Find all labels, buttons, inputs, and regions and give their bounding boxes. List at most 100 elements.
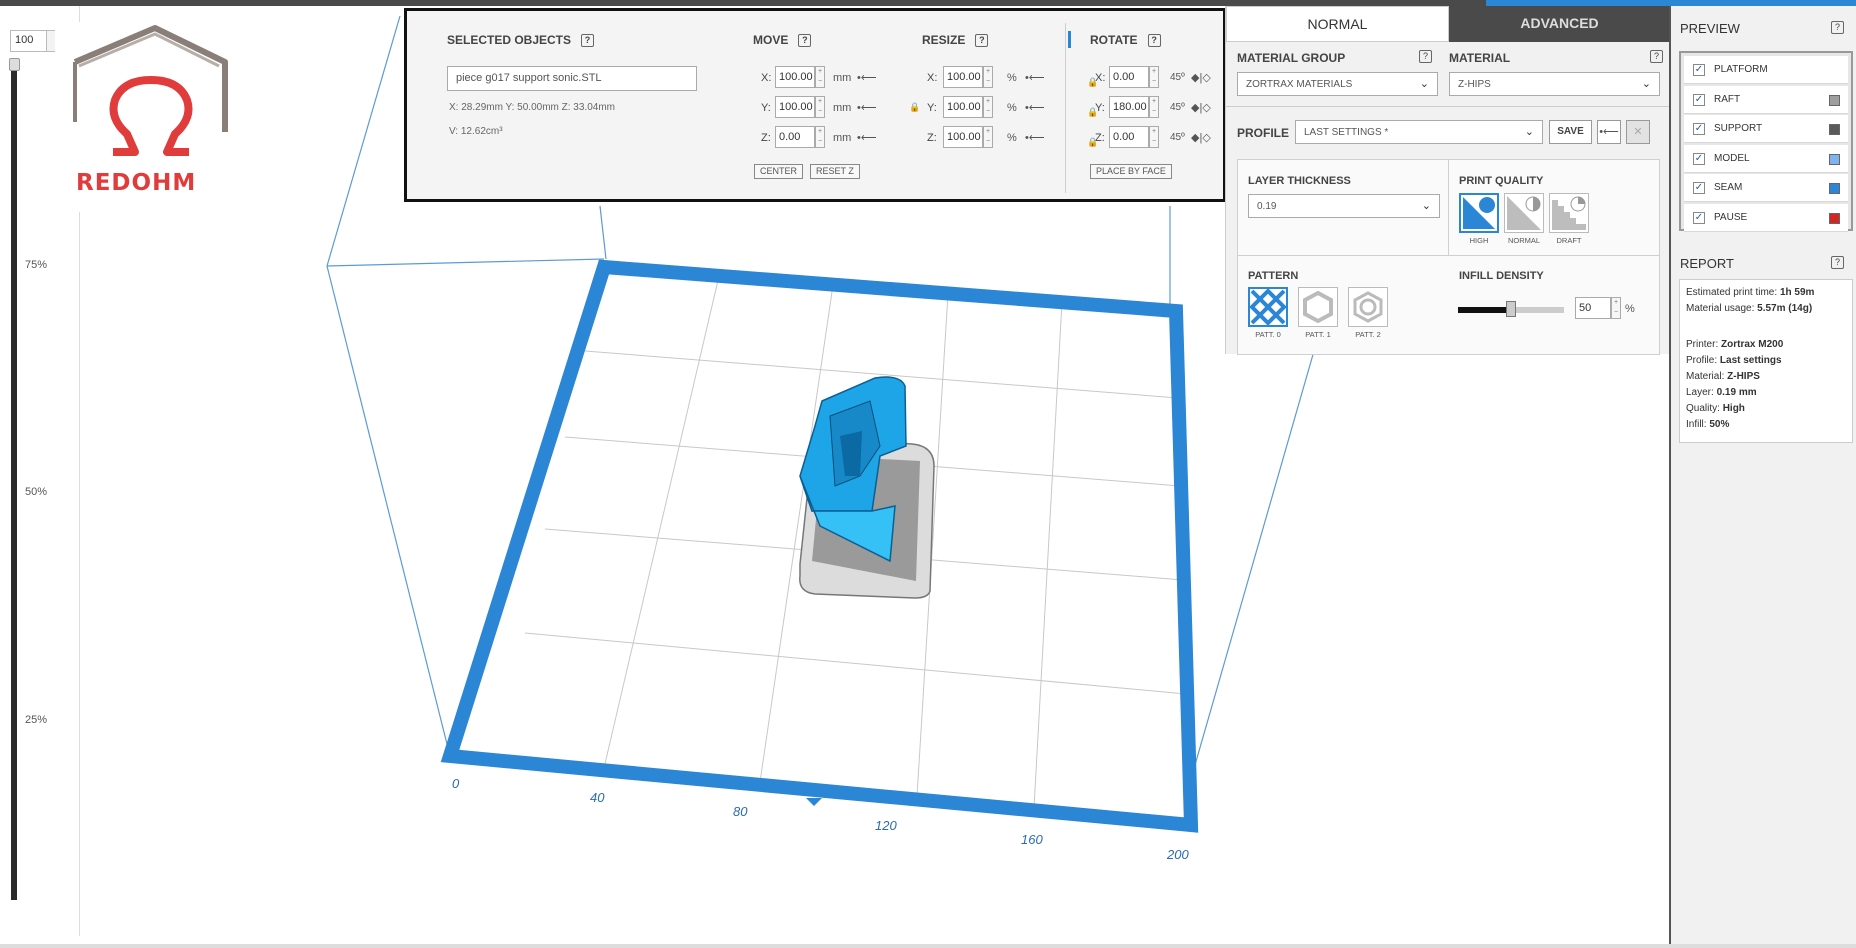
checkbox[interactable]: ✓ (1693, 152, 1705, 165)
quality-caption: HIGH (1469, 236, 1489, 245)
place-by-face-button[interactable]: PLACE BY FACE (1090, 164, 1172, 179)
move-z-stepper[interactable]: + − (815, 126, 825, 148)
reset-icon[interactable]: •⟵ (1025, 71, 1045, 84)
color-swatch[interactable] (1829, 183, 1840, 194)
reset-icon[interactable]: •⟵ (857, 131, 877, 144)
infill-density-label: INFILL DENSITY (1459, 270, 1544, 282)
axis-tick-label: 200 (1166, 847, 1189, 862)
layer-thickness-select[interactable]: 0.19 ⌄ (1248, 194, 1440, 218)
help-icon[interactable]: ? (1831, 21, 1844, 34)
preview-row-pause[interactable]: ✓ PAUSE (1684, 203, 1848, 232)
checkbox[interactable]: ✓ (1693, 123, 1705, 135)
resize-y-input[interactable]: 100.00 (943, 96, 983, 118)
preview-row-platform[interactable]: ✓ PLATFORM (1684, 56, 1848, 84)
save-profile-button[interactable]: SAVE (1549, 120, 1592, 144)
color-swatch[interactable] (1829, 94, 1840, 106)
move-x-input[interactable]: 100.00 (775, 66, 815, 88)
reset-profile-icon[interactable]: •⟵ (1597, 120, 1621, 144)
quality-draft-icon[interactable] (1549, 193, 1589, 233)
help-icon[interactable]: ? (581, 34, 595, 47)
resize-x-stepper[interactable]: + − (983, 66, 993, 88)
layer-slider-handle[interactable] (9, 58, 20, 71)
preview-row-support[interactable]: ✓ SUPPORT (1684, 115, 1848, 143)
move-y-input[interactable]: 100.00 (775, 96, 815, 118)
reset-icon[interactable]: •⟵ (1025, 131, 1045, 144)
rotate-x-input[interactable]: 0.00 (1109, 66, 1149, 88)
divider (1226, 106, 1670, 107)
rotate-step-icon[interactable]: ◆|◇ (1191, 101, 1211, 114)
help-icon[interactable]: ? (1831, 256, 1844, 269)
reset-icon[interactable]: •⟵ (857, 101, 877, 114)
move-x-stepper[interactable]: + − (815, 66, 825, 88)
color-swatch[interactable] (1829, 212, 1840, 224)
rotate-step-icon[interactable]: ◆|◇ (1191, 131, 1211, 144)
resize-z-input[interactable]: 100.00 (943, 126, 983, 148)
rotate-z-input[interactable]: 0.00 (1109, 126, 1149, 148)
rotate-z-stepper[interactable]: + − (1149, 126, 1159, 148)
checkbox[interactable]: ✓ (1693, 211, 1705, 224)
checkbox[interactable]: ✓ (1693, 93, 1705, 106)
layer-slider-track[interactable] (11, 62, 17, 900)
preview-row-model[interactable]: ✓ MODEL (1684, 144, 1848, 173)
help-icon[interactable]: ? (798, 34, 812, 47)
material-group-select[interactable]: ZORTRAX MATERIALS ⌄ (1237, 72, 1438, 96)
move-y-stepper[interactable]: + − (815, 96, 825, 118)
resize-title: RESIZE? (922, 33, 989, 47)
reset-icon[interactable]: •⟵ (1025, 101, 1045, 114)
color-swatch[interactable] (1829, 153, 1840, 165)
pattern-caption: PATT. 1 (1305, 330, 1331, 339)
pattern-0-icon[interactable] (1248, 287, 1288, 327)
help-icon[interactable]: ? (1650, 50, 1663, 63)
material-select[interactable]: Z-HIPS ⌄ (1449, 72, 1660, 96)
reset-z-button[interactable]: RESET Z (810, 164, 860, 179)
tab-advanced[interactable]: ADVANCED (1449, 6, 1670, 42)
object-volume: V: 12.62cm³ (449, 126, 503, 137)
report-line: Quality: High (1686, 403, 1745, 414)
move-z-input[interactable]: 0.00 (775, 126, 815, 148)
move-title: MOVE? (753, 33, 812, 47)
quality-high-icon[interactable] (1459, 193, 1499, 233)
help-icon[interactable]: ? (1419, 50, 1432, 63)
color-swatch[interactable] (1829, 124, 1840, 135)
axis-label: Z: (761, 132, 771, 144)
delete-profile-icon[interactable]: ✕ (1626, 120, 1650, 144)
infill-slider-handle[interactable] (1506, 301, 1516, 317)
rotate-y-input[interactable]: 180.00 (1109, 96, 1149, 118)
center-button[interactable]: CENTER (754, 164, 804, 179)
axis-label: Y: (927, 102, 937, 114)
tab-normal[interactable]: NORMAL (1226, 6, 1449, 42)
rotate-x-stepper[interactable]: + − (1149, 66, 1159, 88)
help-icon[interactable]: ? (975, 34, 989, 47)
resize-x-input[interactable]: 100.00 (943, 66, 983, 88)
right-panel: PREVIEW ? ✓ PLATFORM ✓ RAFT ✓ SUPPORT ✓ MODEL ✓ S… (1669, 6, 1856, 946)
axis-tick-label: 120 (875, 818, 897, 833)
preview-row-seam[interactable]: ✓ SEAM (1684, 174, 1848, 202)
infill-input[interactable]: 50 (1575, 297, 1611, 319)
quality-caption: DRAFT (1556, 236, 1582, 245)
reset-icon[interactable]: •⟵ (857, 71, 877, 84)
lock-icon[interactable]: 🔒 (909, 102, 920, 113)
rotate-y-stepper[interactable]: + − (1149, 96, 1159, 118)
profile-select[interactable]: LAST SETTINGS * ⌄ (1295, 120, 1543, 144)
resize-y-stepper[interactable]: + − (983, 96, 993, 118)
report-line: Infill: 50% (1686, 419, 1730, 430)
checkbox[interactable]: ✓ (1693, 182, 1705, 194)
checkbox[interactable]: ✓ (1693, 64, 1705, 76)
help-icon[interactable]: ? (1147, 34, 1161, 47)
preview-row-raft[interactable]: ✓ RAFT (1684, 85, 1848, 114)
rotate-step-icon[interactable]: ◆|◇ (1191, 71, 1211, 84)
unit-label: mm (833, 102, 852, 114)
pattern-1-icon[interactable] (1298, 287, 1338, 327)
section-divider (1065, 23, 1066, 193)
rotate-step-label: 45º (1170, 72, 1185, 83)
report-line: Printer: Zortrax M200 (1686, 339, 1784, 350)
logo-mark (73, 25, 228, 156)
layer-thickness-label: LAYER THICKNESS (1248, 175, 1351, 187)
pattern-2-icon[interactable] (1348, 287, 1388, 327)
quality-normal-glyph (1507, 196, 1541, 230)
infill-stepper[interactable]: + − (1611, 297, 1621, 319)
quality-normal-icon[interactable] (1504, 193, 1544, 233)
resize-z-stepper[interactable]: + − (983, 126, 993, 148)
report-title: REPORT (1680, 256, 1734, 271)
unit-label: % (1007, 102, 1017, 114)
